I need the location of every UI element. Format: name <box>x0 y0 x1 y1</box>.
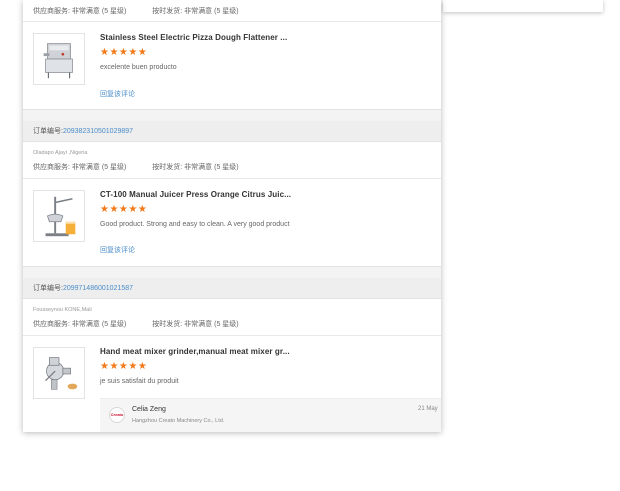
supplier-service-label: 供应商服务: <box>33 164 70 171</box>
seller-name: Celia Zeng <box>132 406 166 413</box>
order-number-bar: 订单编号:209382310501029897 <box>23 121 441 142</box>
shipping-value: 非常满意 <box>184 164 213 171</box>
product-title[interactable]: Stainless Steel Electric Pizza Dough Fla… <box>100 33 287 42</box>
reply-date: 21 May <box>418 406 438 412</box>
shipping-label: 按时发货: <box>152 8 183 15</box>
star-rating: ★★★★★ <box>100 361 148 372</box>
order-number-link[interactable]: 209382310501029897 <box>63 128 133 135</box>
juicer-press-icon <box>45 196 76 237</box>
review-comment: excelente buen producto <box>100 64 177 71</box>
background-panel <box>443 0 603 12</box>
buyer-name: Fousseynou KONE,Mali <box>33 307 92 313</box>
dough-flattener-machine-icon <box>43 43 73 79</box>
supplier-service-level: (5 星级) <box>101 8 127 15</box>
supplier-service-level: (5 星级) <box>101 321 127 328</box>
review-comment: je suis satisfait du produit <box>100 378 179 385</box>
product-thumbnail[interactable] <box>33 190 85 242</box>
section-gap <box>23 266 441 278</box>
product-thumbnail[interactable] <box>33 33 85 85</box>
shipping-label: 按时发货: <box>152 321 183 328</box>
product-thumbnail[interactable] <box>33 347 85 399</box>
shipping-level: (5 星级) <box>214 321 239 328</box>
meat-grinder-icon <box>45 357 78 390</box>
reply-review-link[interactable]: 回复该评论 <box>100 89 135 99</box>
shipping-level: (5 星级) <box>214 164 239 171</box>
supplier-service-value: 非常满意 <box>71 164 100 171</box>
shipping-label: 按时发货: <box>152 164 183 171</box>
buyer-name: Oladapo Ajayi ,Nigeria <box>33 150 88 156</box>
order-number-link[interactable]: 209971486001021587 <box>63 285 133 292</box>
supplier-service-label: 供应商服务: <box>33 8 70 15</box>
supplier-service-value: 非常满意 <box>71 8 100 15</box>
shipping-value: 非常满意 <box>184 8 213 15</box>
divider <box>23 335 441 336</box>
supplier-service-value: 非常满意 <box>71 321 100 328</box>
star-rating: ★★★★★ <box>100 204 148 215</box>
review-2-ratings-row: 供应商服务: 非常满意 (5 星级) 按时发货: 非常满意 (5 星级) <box>33 162 239 172</box>
star-rating: ★★★★★ <box>100 47 148 58</box>
shipping-level: (5 星级) <box>214 8 239 15</box>
seller-logo: Creato <box>109 407 125 423</box>
reviews-card: 供应商服务: 非常满意 (5 星级) 按时发货: 非常满意 (5 星级) Sta… <box>23 0 441 432</box>
order-number-bar: 订单编号:209971486001021587 <box>23 278 441 299</box>
divider <box>23 178 441 179</box>
seller-reply: Creato Celia Zeng Hangzhou Creato Machin… <box>100 398 441 432</box>
reply-review-link[interactable]: 回复该评论 <box>100 245 135 255</box>
supplier-service-level: (5 星级) <box>101 164 127 171</box>
supplier-service-label: 供应商服务: <box>33 321 70 328</box>
product-title[interactable]: CT-100 Manual Juicer Press Orange Citrus… <box>100 190 291 199</box>
order-number-label: 订单编号: <box>33 285 63 292</box>
divider <box>23 21 441 22</box>
order-number-label: 订单编号: <box>33 128 63 135</box>
shipping-value: 非常满意 <box>184 321 213 328</box>
seller-company: Hangzhou Creato Machinery Co., Ltd. <box>132 418 225 424</box>
review-1-ratings-row: 供应商服务: 非常满意 (5 星级) 按时发货: 非常满意 (5 星级) <box>33 6 239 16</box>
review-comment: Good product. Strong and easy to clean. … <box>100 221 290 228</box>
review-3-ratings-row: 供应商服务: 非常满意 (5 星级) 按时发货: 非常满意 (5 星级) <box>33 319 239 329</box>
section-gap <box>23 109 441 121</box>
product-title[interactable]: Hand meat mixer grinder,manual meat mixe… <box>100 347 290 356</box>
